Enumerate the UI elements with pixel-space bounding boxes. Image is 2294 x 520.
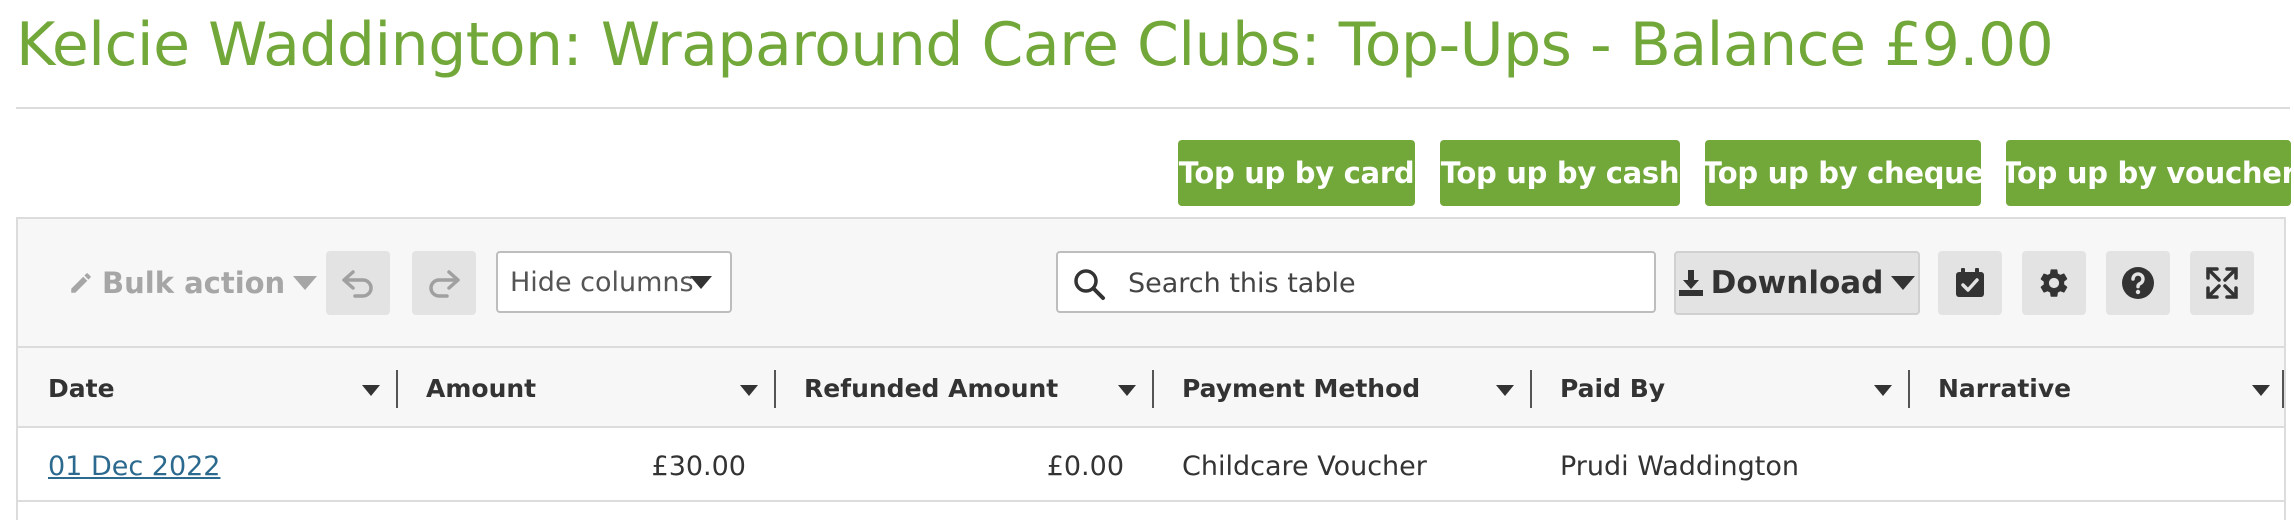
hide-columns-select[interactable]: Hide columns: [496, 251, 732, 313]
bulk-action-label: Bulk action: [102, 266, 286, 300]
undo-icon: [342, 270, 373, 298]
caret-down-icon: [293, 276, 318, 290]
bulk-action-button[interactable]: Bulk action: [68, 261, 318, 305]
download-label: Download: [1710, 265, 1884, 301]
sort-caret-icon[interactable]: [1874, 385, 1892, 396]
column-header-narrative[interactable]: Narrative: [1938, 348, 2071, 428]
amount-cell: £30.00: [651, 450, 746, 482]
sort-caret-icon[interactable]: [362, 385, 380, 396]
download-button[interactable]: Download: [1674, 251, 1920, 315]
expand-icon: [2206, 267, 2238, 299]
column-header-refunded-amount[interactable]: Refunded Amount: [804, 348, 1058, 428]
pencil-icon: [71, 273, 91, 293]
refunded-amount-cell: £0.00: [1046, 450, 1124, 482]
column-resize-handle[interactable]: [1152, 370, 1154, 408]
column-resize-handle[interactable]: [1908, 370, 1910, 408]
column-resize-handle[interactable]: [2282, 370, 2284, 408]
payment-method-cell: Childcare Voucher: [1182, 450, 1427, 482]
sort-caret-icon[interactable]: [2252, 385, 2270, 396]
date-link[interactable]: 01 Dec 2022: [48, 430, 220, 502]
search-input[interactable]: [1128, 263, 1638, 303]
caret-down-icon: [690, 276, 712, 289]
sort-caret-icon[interactable]: [1496, 385, 1514, 396]
hide-columns-label: Hide columns: [510, 266, 694, 298]
fullscreen-button[interactable]: [2190, 251, 2254, 315]
top-up-by-card-button[interactable]: Top up by card: [1178, 140, 1415, 206]
settings-button[interactable]: [2022, 251, 2086, 315]
top-up-by-cash-button[interactable]: Top up by cash: [1440, 140, 1680, 206]
download-icon: [1678, 270, 1703, 296]
topup-button-group: Top up by card Top up by cash Top up by …: [1178, 140, 2294, 206]
help-button[interactable]: [2106, 251, 2170, 315]
page-title: Kelcie Waddington: Wraparound Care Clubs…: [16, 10, 2054, 80]
redo-button[interactable]: [412, 251, 476, 315]
column-header-date[interactable]: Date: [48, 348, 115, 428]
calendar-check-button[interactable]: [1938, 251, 2002, 315]
title-divider: [16, 107, 2290, 109]
help-icon: [2122, 267, 2154, 299]
table-header-row: Date Amount Refunded Amount Payment Meth…: [18, 348, 2284, 428]
paid-by-cell: Prudi Waddington: [1560, 450, 1800, 482]
sort-caret-icon[interactable]: [1118, 385, 1136, 396]
top-up-by-cheque-button[interactable]: Top up by cheque: [1702, 140, 1984, 206]
column-resize-handle[interactable]: [1530, 370, 1532, 408]
column-resize-handle[interactable]: [396, 370, 398, 408]
calendar-check-icon: [1956, 268, 1984, 297]
redo-icon: [429, 270, 460, 298]
column-resize-handle[interactable]: [774, 370, 776, 408]
table-search: [1056, 251, 1656, 313]
column-header-amount[interactable]: Amount: [426, 348, 536, 428]
gear-icon: [2040, 269, 2068, 297]
table-panel: Bulk action Hide columns Download: [16, 217, 2286, 520]
caret-down-icon: [1891, 276, 1916, 290]
table-row: 01 Dec 2022 £30.00 £0.00 Childcare Vouch…: [18, 430, 2284, 502]
table-toolbar: Bulk action Hide columns Download: [18, 219, 2284, 348]
sort-caret-icon[interactable]: [740, 385, 758, 396]
search-icon: [1074, 269, 1105, 300]
column-header-paid-by[interactable]: Paid By: [1560, 348, 1665, 428]
top-up-by-voucher-button[interactable]: Top up by voucher: [2001, 140, 2294, 206]
undo-button[interactable]: [326, 251, 390, 315]
column-header-payment-method[interactable]: Payment Method: [1182, 348, 1420, 428]
